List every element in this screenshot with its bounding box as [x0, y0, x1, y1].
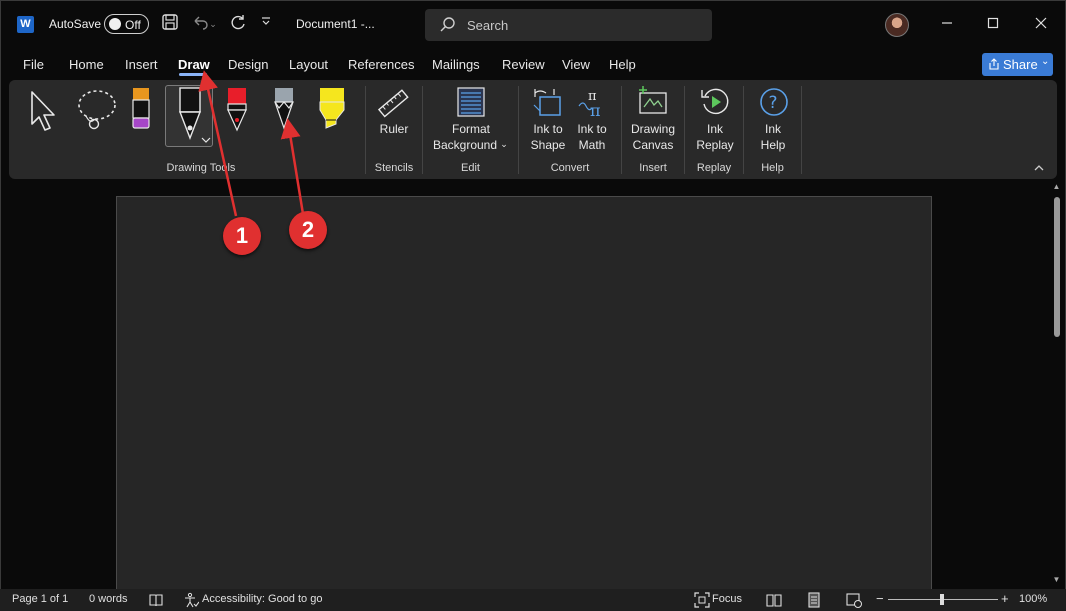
accessibility-status[interactable]: Accessibility: Good to go — [202, 593, 322, 605]
zoom-level[interactable]: 100% — [1019, 593, 1047, 605]
status-bar: Page 1 of 1 0 words Accessibility: Good … — [0, 589, 1066, 611]
annotation-arrow-2 — [280, 118, 305, 215]
web-layout-icon[interactable] — [846, 592, 862, 608]
read-mode-icon[interactable] — [766, 592, 782, 608]
accessibility-icon[interactable] — [183, 592, 199, 608]
word-count[interactable]: 0 words — [89, 593, 128, 605]
proofing-book-icon[interactable] — [148, 592, 164, 608]
zoom-slider-thumb[interactable] — [940, 594, 944, 605]
annotation-marker-2: 2 — [289, 211, 327, 249]
annotation-arrow-1 — [198, 70, 238, 217]
zoom-out-icon[interactable]: − — [876, 591, 884, 606]
focus-label[interactable]: Focus — [712, 593, 742, 605]
annotation-arrows — [198, 70, 305, 217]
zoom-in-icon[interactable]: + — [1001, 591, 1009, 606]
annotation-marker-1: 1 — [223, 217, 261, 255]
print-layout-icon[interactable] — [806, 592, 822, 608]
page-count[interactable]: Page 1 of 1 — [12, 593, 68, 605]
focus-icon[interactable] — [694, 592, 710, 608]
